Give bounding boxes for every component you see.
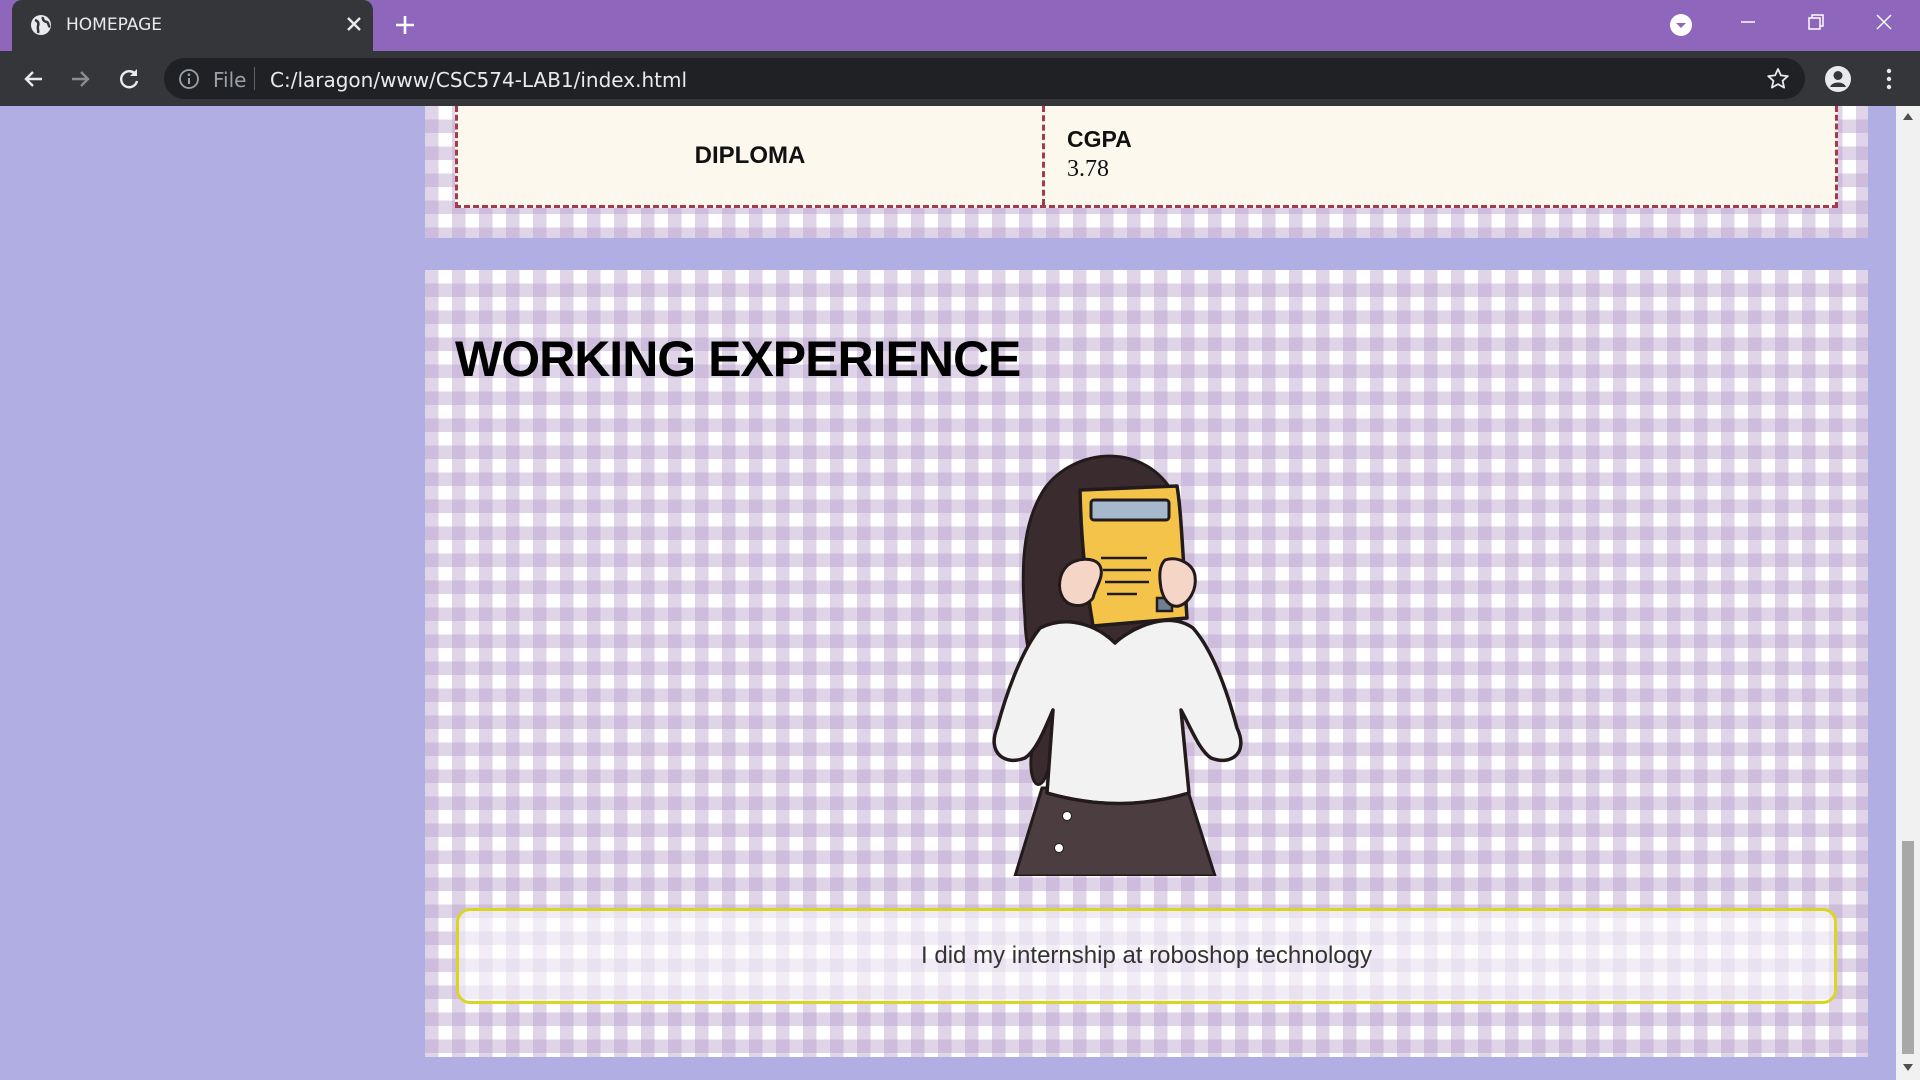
menu-icon[interactable] bbox=[1874, 64, 1904, 94]
tab-strip: HOMEPAGE bbox=[0, 0, 1920, 51]
tab-title: HOMEPAGE bbox=[66, 15, 162, 35]
scrollbar-thumb[interactable] bbox=[1902, 841, 1914, 1054]
experience-description-box: I did my internship at roboshop technolo… bbox=[456, 908, 1837, 1004]
restore-icon[interactable] bbox=[1804, 10, 1828, 34]
minimize-icon[interactable] bbox=[1736, 10, 1760, 34]
work-experience-section: WORKING EXPERIENCE I did my internship a… bbox=[425, 270, 1868, 1057]
globe-icon bbox=[31, 15, 51, 35]
profile-icon[interactable] bbox=[1823, 64, 1853, 94]
plus-icon[interactable] bbox=[392, 12, 418, 38]
address-bar[interactable]: File C:/laragon/www/CSC574-LAB1/index.ht… bbox=[164, 58, 1805, 99]
close-icon[interactable] bbox=[342, 12, 366, 36]
reload-icon[interactable] bbox=[114, 64, 144, 94]
experience-description: I did my internship at roboshop technolo… bbox=[921, 942, 1372, 969]
forward-arrow-icon[interactable] bbox=[66, 64, 96, 94]
url-divider bbox=[254, 67, 255, 90]
cgpa-label: CGPA bbox=[1067, 126, 1132, 152]
chevron-down-icon[interactable] bbox=[1668, 12, 1694, 38]
scroll-up-arrow-icon[interactable] bbox=[1903, 112, 1913, 120]
url-scheme-label: File bbox=[213, 68, 247, 92]
window-close-icon[interactable] bbox=[1872, 10, 1896, 34]
education-section: DIPLOMA CGPA 3.78 bbox=[425, 106, 1868, 238]
cgpa-value: 3.78 bbox=[1067, 156, 1109, 182]
browser-tab[interactable]: HOMEPAGE bbox=[12, 0, 373, 51]
url-text[interactable]: C:/laragon/www/CSC574-LAB1/index.html bbox=[270, 68, 687, 92]
education-level: DIPLOMA bbox=[694, 141, 806, 169]
section-title: WORKING EXPERIENCE bbox=[455, 331, 1021, 387]
scroll-down-arrow-icon[interactable] bbox=[1903, 1064, 1913, 1072]
back-arrow-icon[interactable] bbox=[18, 64, 48, 94]
scrollbar[interactable] bbox=[1896, 106, 1920, 1080]
browser-toolbar: File C:/laragon/www/CSC574-LAB1/index.ht… bbox=[0, 51, 1920, 106]
woman-reading-illustration bbox=[992, 454, 1243, 876]
info-icon[interactable] bbox=[178, 68, 200, 90]
table-divider bbox=[1042, 106, 1045, 205]
education-table: DIPLOMA CGPA 3.78 bbox=[455, 106, 1838, 208]
star-icon[interactable] bbox=[1765, 66, 1791, 92]
page-viewport: DIPLOMA CGPA 3.78 WORKING EXPERIENCE I d… bbox=[0, 106, 1896, 1080]
